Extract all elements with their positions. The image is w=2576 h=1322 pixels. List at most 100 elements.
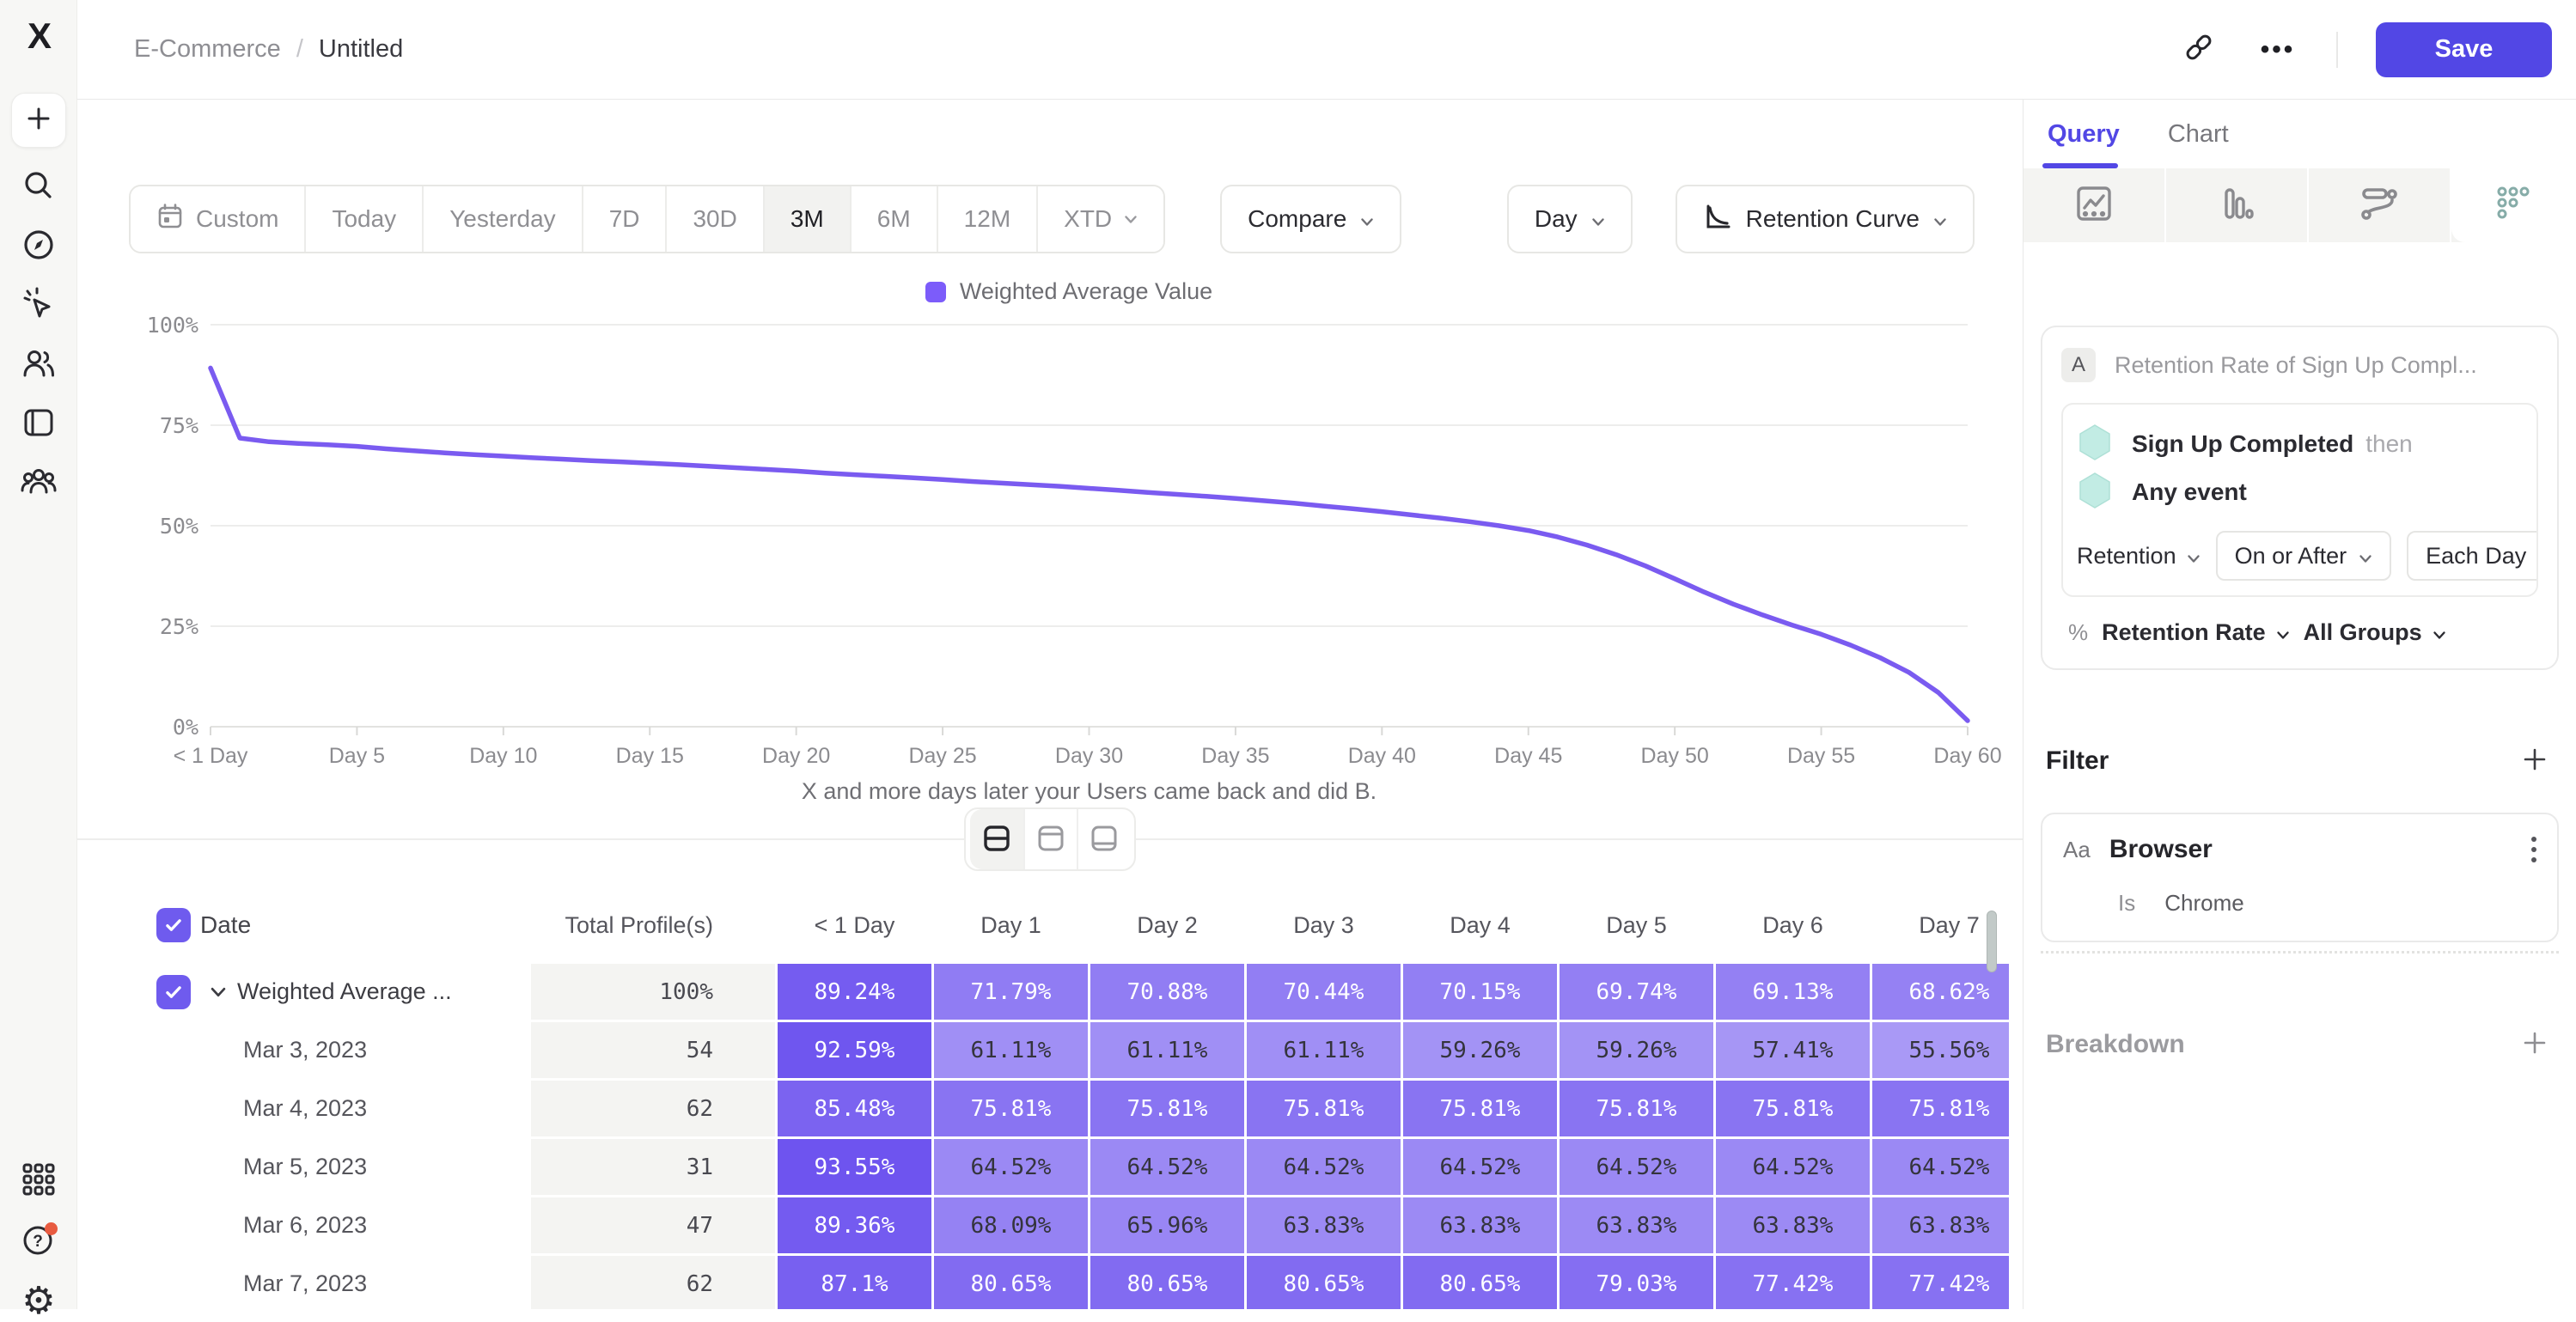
select-all-checkbox[interactable] xyxy=(156,908,191,942)
metric-dropdown[interactable]: Retention Rate xyxy=(2102,619,2290,646)
column-header-date[interactable]: Date xyxy=(200,911,251,939)
add-filter-button[interactable] xyxy=(2516,742,2554,780)
retention-cell[interactable]: 63.83% xyxy=(1872,1197,2009,1253)
range-yesterday[interactable]: Yesterday xyxy=(424,186,583,252)
range-7d[interactable]: 7D xyxy=(583,186,668,252)
share-link-button[interactable] xyxy=(2178,29,2219,70)
compare-button[interactable]: Compare xyxy=(1220,185,1401,253)
retention-cell[interactable]: 61.11% xyxy=(1090,1022,1244,1078)
retention-cell[interactable]: 85.48% xyxy=(778,1081,931,1136)
more-options-button[interactable]: ••• xyxy=(2257,29,2298,70)
retention-type-dropdown[interactable]: Retention xyxy=(2077,543,2201,570)
save-button[interactable]: Save xyxy=(2376,22,2552,77)
filter-card[interactable]: Aa Browser Is Chrome xyxy=(2041,813,2559,942)
retention-cell[interactable]: 64.52% xyxy=(1872,1139,2009,1195)
new-report-button[interactable] xyxy=(11,93,66,148)
event-a-row[interactable]: Sign Up Completed then xyxy=(2077,420,2523,468)
column-header[interactable]: Day 2 xyxy=(1090,898,1244,953)
filter-property[interactable]: Browser xyxy=(2109,835,2213,864)
retention-cell[interactable]: 89.36% xyxy=(778,1197,931,1253)
retention-cell[interactable]: 61.11% xyxy=(1247,1022,1401,1078)
retention-cell[interactable]: 70.88% xyxy=(1090,964,1244,1020)
retention-cell[interactable]: 64.52% xyxy=(1090,1139,1244,1195)
expand-row-icon[interactable] xyxy=(210,986,227,998)
retention-cell[interactable]: 57.41% xyxy=(1716,1022,1870,1078)
column-header[interactable]: < 1 Day xyxy=(778,898,931,953)
query-title[interactable]: Retention Rate of Sign Up Compl... xyxy=(2115,352,2477,379)
retention-cell[interactable]: 63.83% xyxy=(1403,1197,1557,1253)
condition-dropdown[interactable]: On or After xyxy=(2216,531,2392,581)
retention-cell[interactable]: 59.26% xyxy=(1403,1022,1557,1078)
retention-cell[interactable]: 64.52% xyxy=(1716,1139,1870,1195)
tab-query[interactable]: Query xyxy=(2048,120,2120,149)
retention-cell[interactable]: 61.11% xyxy=(934,1022,1088,1078)
retention-cell[interactable]: 80.65% xyxy=(934,1256,1088,1309)
retention-cell[interactable]: 75.81% xyxy=(1247,1081,1401,1136)
vertical-scrollbar[interactable] xyxy=(1987,911,1997,972)
retention-cell[interactable]: 68.09% xyxy=(934,1197,1088,1253)
layout-toggle-chart-only[interactable] xyxy=(1023,809,1077,869)
reports-button[interactable] xyxy=(19,405,58,444)
granularity-button[interactable]: Day xyxy=(1507,185,1633,253)
filter-value[interactable]: Chrome xyxy=(2164,890,2243,917)
breadcrumb-parent[interactable]: E-Commerce xyxy=(134,35,281,64)
retention-cell[interactable]: 69.74% xyxy=(1560,964,1713,1020)
cohorts-button[interactable] xyxy=(19,464,58,503)
retention-cell[interactable]: 70.44% xyxy=(1247,964,1401,1020)
tab-insights[interactable] xyxy=(2024,168,2166,242)
tab-flows[interactable] xyxy=(2309,168,2451,242)
retention-cell[interactable]: 64.52% xyxy=(934,1139,1088,1195)
retention-cell[interactable]: 63.83% xyxy=(1716,1197,1870,1253)
retention-cell[interactable]: 71.79% xyxy=(934,964,1088,1020)
tab-retention[interactable] xyxy=(2451,168,2576,242)
explore-button[interactable] xyxy=(19,227,58,266)
apps-button[interactable] xyxy=(19,1161,58,1201)
breadcrumb-current[interactable]: Untitled xyxy=(319,35,403,64)
kebab-menu-icon[interactable] xyxy=(2531,837,2536,862)
retention-cell[interactable]: 80.65% xyxy=(1247,1256,1401,1309)
settings-button[interactable]: ⚙ xyxy=(19,1282,58,1321)
retention-cell[interactable]: 64.52% xyxy=(1560,1139,1713,1195)
cohort-dropdown[interactable]: Each Day xyxy=(2407,531,2538,581)
help-button[interactable]: ? xyxy=(19,1221,58,1261)
retention-cell[interactable]: 75.81% xyxy=(934,1081,1088,1136)
column-header[interactable]: Day 1 xyxy=(934,898,1088,953)
retention-cell[interactable]: 77.42% xyxy=(1716,1256,1870,1309)
range-3m[interactable]: 3M xyxy=(765,186,852,252)
column-header-total[interactable]: Total Profile(s) xyxy=(531,898,775,953)
retention-cell[interactable]: 70.15% xyxy=(1403,964,1557,1020)
layout-toggle-split-view[interactable] xyxy=(970,809,1023,869)
retention-cell[interactable]: 68.62% xyxy=(1872,964,2009,1020)
tab-chart[interactable]: Chart xyxy=(2168,120,2229,149)
range-custom[interactable]: Custom xyxy=(131,186,306,252)
retention-cell[interactable]: 75.81% xyxy=(1560,1081,1713,1136)
event-b-row[interactable]: Any event xyxy=(2077,468,2523,516)
column-header[interactable]: Day 6 xyxy=(1716,898,1870,953)
range-xtd[interactable]: XTD xyxy=(1038,186,1163,252)
search-button[interactable] xyxy=(19,168,58,207)
layout-toggle-table-only[interactable] xyxy=(1077,809,1130,869)
retention-cell[interactable]: 64.52% xyxy=(1247,1139,1401,1195)
events-button[interactable] xyxy=(19,286,58,326)
retention-cell[interactable]: 75.81% xyxy=(1090,1081,1244,1136)
retention-cell[interactable]: 75.81% xyxy=(1403,1081,1557,1136)
retention-cell[interactable]: 77.42% xyxy=(1872,1256,2009,1309)
retention-cell[interactable]: 63.83% xyxy=(1560,1197,1713,1253)
retention-cell[interactable]: 59.26% xyxy=(1560,1022,1713,1078)
column-header[interactable]: Day 4 xyxy=(1403,898,1557,953)
filter-operator[interactable]: Is xyxy=(2118,890,2135,917)
retention-cell[interactable]: 92.59% xyxy=(778,1022,931,1078)
retention-cell[interactable]: 80.65% xyxy=(1090,1256,1244,1309)
app-logo[interactable]: X xyxy=(0,15,77,57)
range-today[interactable]: Today xyxy=(306,186,424,252)
retention-cell[interactable]: 80.65% xyxy=(1403,1256,1557,1309)
retention-cell[interactable]: 55.56% xyxy=(1872,1022,2009,1078)
retention-cell[interactable]: 75.81% xyxy=(1872,1081,2009,1136)
retention-cell[interactable]: 87.1% xyxy=(778,1256,931,1309)
range-6m[interactable]: 6M xyxy=(852,186,938,252)
retention-curve-chart[interactable]: 100%75%50%25%0%< 1 DayDay 5Day 10Day 15D… xyxy=(129,314,2009,808)
retention-cell[interactable]: 89.24% xyxy=(778,964,931,1020)
retention-cell[interactable]: 75.81% xyxy=(1716,1081,1870,1136)
retention-cell[interactable]: 64.52% xyxy=(1403,1139,1557,1195)
row-checkbox[interactable] xyxy=(156,975,191,1009)
